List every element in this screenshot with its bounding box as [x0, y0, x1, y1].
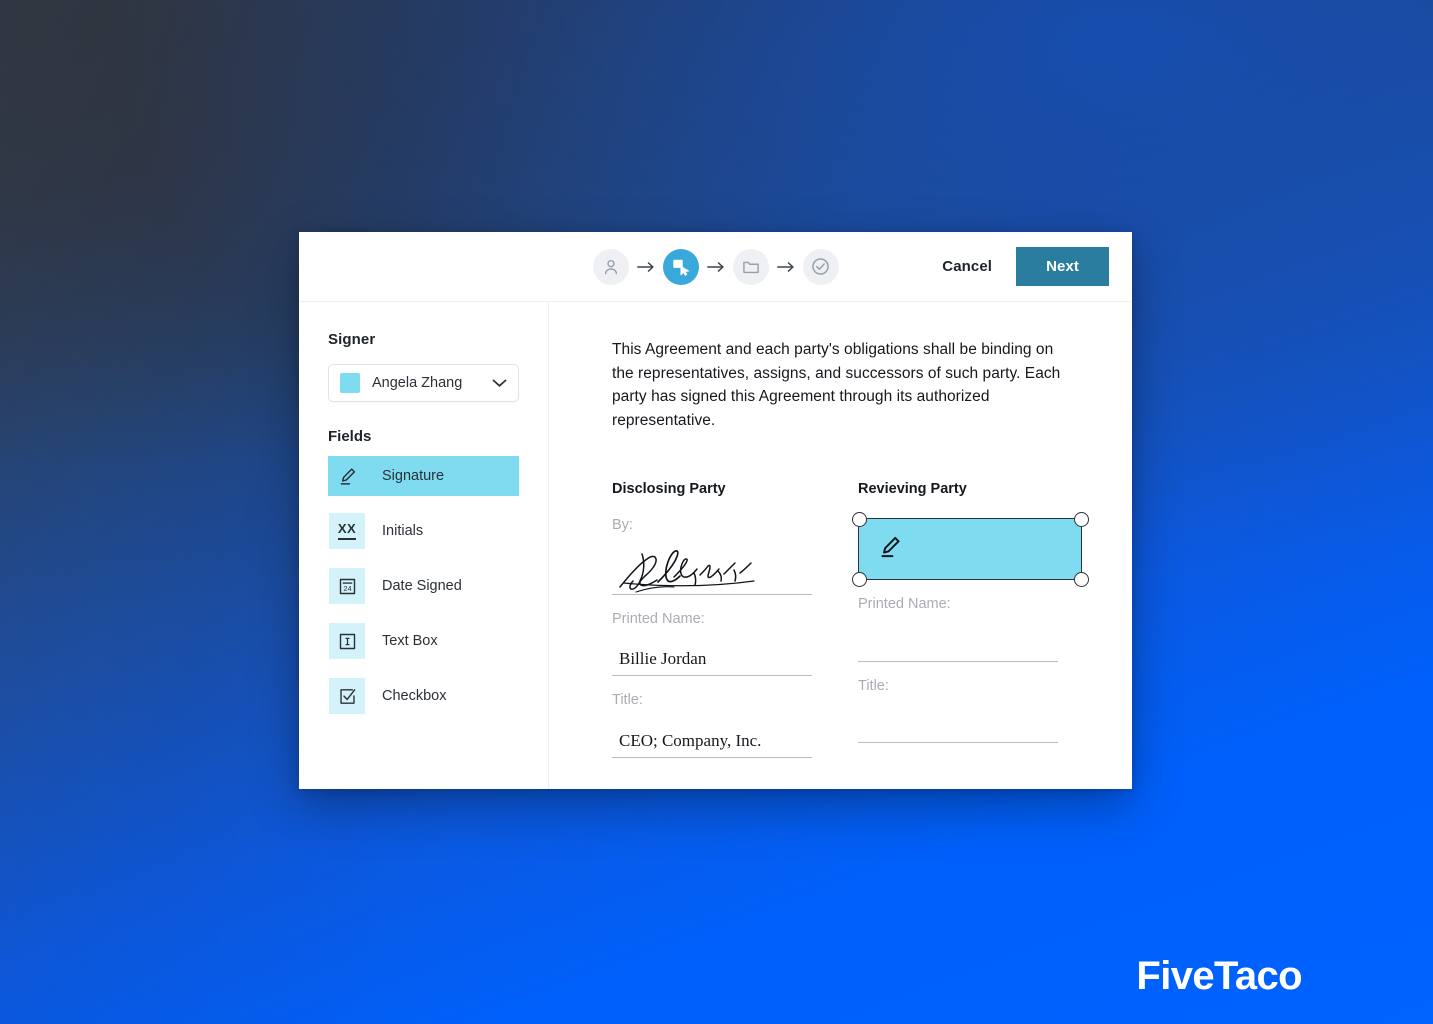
fields-heading: Fields [328, 428, 372, 445]
resize-handle-top-right[interactable] [1073, 511, 1089, 527]
signer-dropdown[interactable]: Angela Zhang [328, 364, 519, 402]
cancel-button[interactable]: Cancel [940, 252, 994, 281]
field-item-initials[interactable]: XX Initials [328, 511, 519, 551]
disclosing-title-value-row: CEO; Company, Inc. [612, 718, 812, 758]
initials-xx-icon: XX [329, 513, 365, 549]
disclosing-party-title: Disclosing Party [612, 481, 726, 498]
disclosing-title-label: Title: [612, 692, 643, 709]
signer-name: Angela Zhang [372, 375, 463, 391]
reviewing-printed-name-value-row [858, 622, 1058, 662]
check-circle-icon [810, 256, 831, 277]
placed-signature-field[interactable] [851, 511, 1089, 587]
printed-name-rule [612, 675, 812, 677]
signer-heading: Signer [328, 331, 376, 348]
reviewing-title-label: Title: [858, 677, 889, 694]
svg-text:24: 24 [343, 584, 351, 593]
field-item-checkbox[interactable]: Checkbox [328, 676, 519, 716]
signature-blocks: Disclosing Party By: Printed Name: Billi… [612, 481, 1089, 758]
handwritten-signature-icon [614, 537, 794, 599]
step-review[interactable] [802, 248, 839, 285]
brand-wordmark: FiveTaco [1136, 954, 1302, 998]
printed-name-rule [858, 660, 1058, 662]
toolbar-actions: Cancel Next [940, 247, 1132, 286]
chevron-down-icon [492, 378, 507, 388]
disclosing-printed-name-label: Printed Name: [612, 610, 705, 627]
step-arrow-3 [769, 260, 803, 274]
pen-signature-icon [877, 534, 903, 565]
disclosing-printed-name-value-row: Billie Jordan [612, 636, 812, 677]
place-fields-icon [670, 256, 692, 278]
person-icon [601, 257, 621, 277]
reviewing-title-value-row [858, 703, 1058, 744]
step-documents[interactable] [732, 248, 769, 285]
document-canvas[interactable]: This Agreement and each party's obligati… [549, 302, 1132, 789]
field-item-text-box[interactable]: Text Box [328, 621, 519, 661]
step-recipients[interactable] [592, 248, 629, 285]
step-arrow-1 [629, 260, 663, 274]
disclosing-printed-name-value: Billie Jordan [619, 649, 707, 669]
document-paragraph: This Agreement and each party's obligati… [612, 341, 1061, 429]
title-rule [858, 742, 1058, 744]
app-body: Signer Angela Zhang Fields Signature XX … [299, 302, 1132, 789]
field-label: Initials [382, 523, 424, 539]
app-window: Cancel Next Signer Angela Zhang Fields S… [299, 232, 1132, 789]
checkbox-check-icon [329, 678, 365, 714]
reviewing-party-block: Revieving Party Printed Name: Title: [851, 481, 1089, 758]
text-cursor-icon [329, 623, 365, 659]
disclosing-signature-line [612, 533, 812, 595]
step-arrow-2 [699, 260, 733, 274]
next-button[interactable]: Next [1016, 247, 1109, 286]
sidebar: Signer Angela Zhang Fields Signature XX … [299, 302, 549, 789]
disclosing-by-label: By: [612, 517, 633, 534]
field-item-date-signed[interactable]: 24 Date Signed [328, 566, 519, 606]
field-item-signature[interactable]: Signature [328, 456, 519, 496]
resize-handle-bottom-right[interactable] [1073, 571, 1089, 587]
reviewing-signature-field-area [851, 511, 1089, 587]
folder-icon [741, 257, 761, 277]
signature-rule [612, 593, 812, 595]
resize-handle-top-left[interactable] [851, 511, 867, 527]
resize-handle-bottom-left[interactable] [851, 571, 867, 587]
field-label: Checkbox [382, 688, 447, 704]
step-place-fields[interactable] [662, 248, 699, 285]
field-label: Text Box [382, 633, 438, 649]
top-toolbar: Cancel Next [299, 232, 1132, 302]
calendar-24-icon: 24 [329, 568, 365, 604]
disclosing-title-value: CEO; Company, Inc. [619, 730, 762, 750]
field-label: Date Signed [382, 578, 462, 594]
signer-color-swatch [340, 373, 360, 393]
title-rule [612, 756, 812, 758]
field-label: Signature [382, 468, 445, 484]
reviewing-party-title: Revieving Party [858, 481, 967, 498]
field-palette: Signature XX Initials 24 Date Signed Tex… [328, 456, 519, 716]
disclosing-party-block: Disclosing Party By: Printed Name: Billi… [612, 481, 812, 758]
pen-signature-icon [329, 458, 365, 494]
reviewing-printed-name-label: Printed Name: [858, 596, 951, 613]
